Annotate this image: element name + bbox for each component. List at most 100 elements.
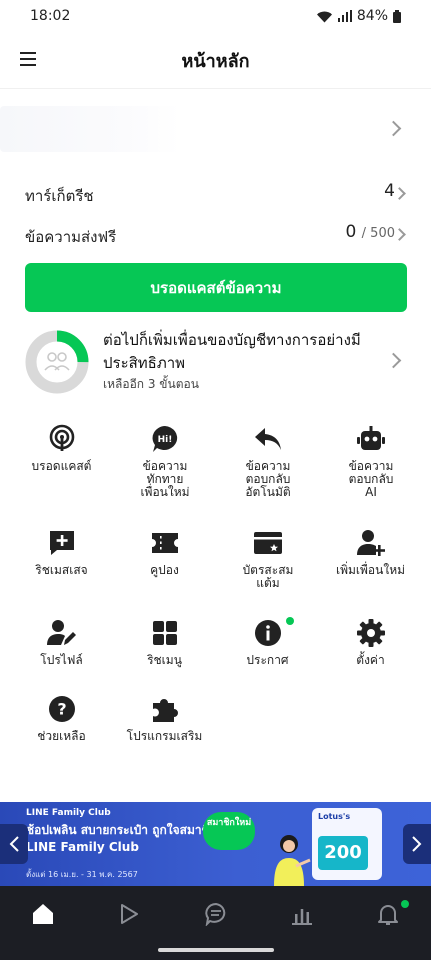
grid-item-label: เพิ่มเพื่อนใหม่ bbox=[335, 563, 406, 577]
reply-arrow-icon bbox=[255, 428, 281, 450]
chevron-right-icon bbox=[393, 187, 406, 200]
coupon-icon bbox=[152, 533, 178, 553]
broadcast-message-button[interactable]: บรอดแคสต์ข้อความ bbox=[25, 263, 407, 312]
grid-item-label: บัตรสะสมแต้ม bbox=[242, 563, 294, 590]
voucher-value: 200 bbox=[324, 842, 362, 863]
voucher-brand: Lotus's bbox=[318, 812, 351, 821]
grid-item-label: ข้อความตอบกลับ AI bbox=[348, 459, 394, 499]
new-badge-dot bbox=[286, 617, 294, 625]
free-messages-limit: / 500 bbox=[361, 226, 395, 241]
insights-icon bbox=[291, 909, 312, 925]
status-time: 18:02 bbox=[30, 8, 71, 24]
grid-item-label: ประกาศ bbox=[246, 653, 289, 667]
grid-item-label: ช่วยเหลือ bbox=[37, 729, 86, 743]
grid-item-add-ons[interactable]: โปรแกรมเสริม bbox=[113, 690, 216, 780]
lotus-voucher-card: Lotus's 200 bbox=[312, 808, 382, 880]
woman-illustration bbox=[274, 835, 311, 886]
target-reach-value: 4 bbox=[384, 181, 395, 201]
rich-menu-icon bbox=[153, 621, 177, 645]
grid-item-broadcast[interactable]: บรอดแคสต์ bbox=[10, 420, 113, 510]
battery-level: 84% bbox=[356, 8, 388, 24]
banner-club-name: LINE Family Club bbox=[26, 808, 111, 818]
home-indicator[interactable] bbox=[158, 948, 274, 952]
grid-item-label: ริชเมนู bbox=[147, 653, 182, 667]
free-messages-row[interactable]: ข้อความส่งฟรี 0 / 500 bbox=[0, 217, 431, 253]
profile-edit-icon bbox=[47, 620, 76, 645]
reward-card-icon bbox=[254, 532, 282, 554]
grid-item-label: ตั้งค่า bbox=[356, 653, 385, 667]
grid-item-label: บรอดแคสต์ bbox=[31, 459, 92, 473]
progress-donut bbox=[25, 330, 89, 394]
battery-icon bbox=[393, 9, 401, 23]
nav-chat[interactable] bbox=[172, 886, 258, 942]
account-summary-row[interactable] bbox=[0, 100, 431, 160]
nav-notifications[interactable] bbox=[345, 886, 431, 942]
hamburger-menu-icon[interactable] bbox=[20, 48, 40, 70]
chevron-right-icon bbox=[412, 836, 422, 852]
grid-item-greeting[interactable]: Hi! ข้อความทักทายเพื่อนใหม่ bbox=[113, 420, 216, 510]
app-header: หน้าหลัก bbox=[0, 38, 431, 82]
free-messages-count: 0 bbox=[345, 222, 357, 242]
notification-badge-dot bbox=[401, 900, 410, 908]
home-icon bbox=[33, 904, 54, 924]
progress-subtitle: เหลืออีก 3 ขั้นตอน bbox=[103, 377, 199, 391]
voucher-value-box: 200 bbox=[318, 836, 368, 870]
banner-prev-button[interactable] bbox=[0, 824, 28, 864]
ai-robot-icon bbox=[357, 426, 385, 450]
svg-text:?: ? bbox=[57, 700, 66, 719]
free-messages-value: 0 / 500 bbox=[345, 222, 395, 242]
grid-item-auto-reply[interactable]: ข้อความตอบกลับอัตโนมัติ bbox=[216, 420, 319, 510]
promo-banner[interactable]: LINE Family Club ช้อปเพลิน สบายกระเป๋า ถ… bbox=[0, 802, 431, 886]
banner-member-badge: สมาชิกใหม่ bbox=[203, 812, 255, 850]
status-bar: 18:02 84% bbox=[0, 0, 431, 32]
system-gesture-bar bbox=[0, 942, 431, 960]
target-reach-row[interactable]: ทาร์เก็ตรีช 4 bbox=[0, 176, 431, 212]
svg-text:Hi!: Hi! bbox=[158, 435, 173, 445]
nav-insights[interactable] bbox=[259, 886, 345, 942]
chevron-right-icon bbox=[385, 352, 402, 369]
grid-item-label: ข้อความทักทายเพื่อนใหม่ bbox=[140, 459, 190, 499]
grid-item-help[interactable]: ? ช่วยเหลือ bbox=[10, 690, 113, 780]
account-placeholder bbox=[0, 106, 180, 152]
status-icons: 84% bbox=[316, 8, 401, 24]
chevron-right-icon bbox=[393, 228, 406, 241]
greeting-hi-icon: Hi! bbox=[152, 426, 178, 452]
gear-icon bbox=[357, 619, 385, 647]
wifi-icon bbox=[316, 11, 332, 22]
info-icon bbox=[255, 620, 281, 646]
grid-item-label: ข้อความตอบกลับอัตโนมัติ bbox=[245, 459, 291, 499]
header-divider bbox=[0, 88, 431, 89]
chevron-right-icon bbox=[385, 120, 402, 137]
nav-media[interactable] bbox=[86, 886, 172, 942]
target-reach-label: ทาร์เก็ตรีช bbox=[25, 187, 94, 205]
free-messages-label: ข้อความส่งฟรี bbox=[25, 228, 117, 246]
rich-message-icon bbox=[50, 531, 74, 555]
grid-item-rich-message[interactable]: ริชเมสเสจ bbox=[10, 524, 113, 614]
grid-item-settings[interactable]: ตั้งค่า bbox=[319, 614, 422, 704]
signal-icon bbox=[337, 10, 352, 22]
grid-item-add-friend[interactable]: เพิ่มเพื่อนใหม่ bbox=[319, 524, 422, 614]
chat-icon bbox=[204, 902, 225, 926]
play-icon bbox=[121, 904, 139, 924]
setup-progress-card[interactable]: ต่อไปก็เพิ่มเพื่อนของบัญชีทางการอย่างมีป… bbox=[0, 325, 431, 405]
people-icon bbox=[44, 352, 70, 371]
add-friend-icon bbox=[357, 530, 385, 556]
nav-home[interactable] bbox=[0, 886, 86, 942]
bottom-navigation bbox=[0, 886, 431, 942]
grid-item-label: โปรไฟล์ bbox=[40, 653, 83, 667]
banner-next-button[interactable] bbox=[403, 824, 431, 864]
grid-item-ai-reply[interactable]: ข้อความตอบกลับ AI bbox=[319, 420, 422, 510]
banner-dates: ตั้งแต่ 16 เม.ย. - 31 พ.ค. 2567 bbox=[26, 870, 138, 879]
help-icon: ? bbox=[49, 696, 75, 722]
notification-bell-icon bbox=[377, 905, 398, 925]
grid-item-label: ริชเมสเสจ bbox=[35, 563, 88, 577]
broadcast-icon bbox=[49, 424, 75, 451]
chevron-left-icon bbox=[9, 836, 19, 852]
grid-item-label: โปรแกรมเสริม bbox=[126, 729, 203, 743]
grid-item-coupon[interactable]: คูปอง bbox=[113, 524, 216, 614]
grid-item-reward-card[interactable]: บัตรสะสมแต้ม bbox=[216, 524, 319, 614]
page-title: หน้าหลัก bbox=[181, 50, 250, 72]
grid-item-announcement[interactable]: ประกาศ bbox=[216, 614, 319, 704]
progress-title: ต่อไปก็เพิ่มเพื่อนของบัญชีทางการอย่างมีป… bbox=[103, 331, 361, 372]
grid-item-label: คูปอง bbox=[150, 563, 179, 577]
